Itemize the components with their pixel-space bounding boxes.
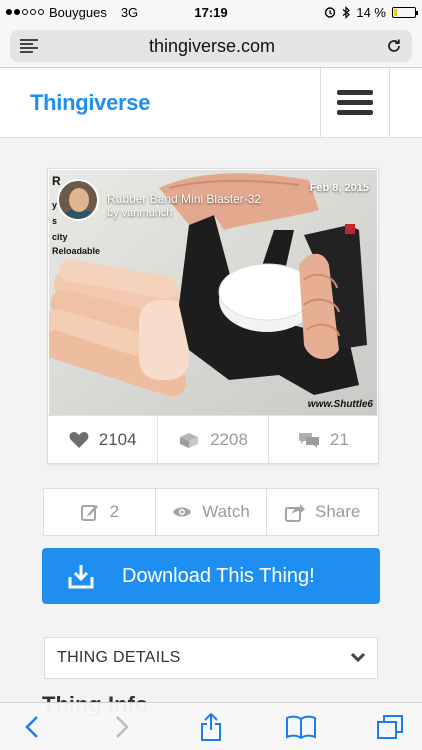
download-icon: [68, 565, 94, 589]
hamburger-icon: [337, 90, 373, 95]
author-avatar[interactable]: [57, 179, 99, 221]
download-label: Download This Thing!: [122, 564, 315, 587]
image-caption-4: city: [52, 232, 68, 242]
reload-icon[interactable]: [386, 38, 402, 54]
thing-author[interactable]: by vanmunch: [107, 207, 172, 219]
download-button[interactable]: Download This Thing!: [42, 548, 380, 604]
forward-button[interactable]: [102, 707, 142, 747]
edit-icon: [80, 505, 98, 521]
collection-box-icon: [180, 432, 199, 448]
forward-arrow-icon: [115, 715, 129, 738]
site-header: Thingiverse: [0, 68, 422, 138]
thing-date: Feb 8, 2015: [309, 182, 369, 194]
watch-button[interactable]: Watch: [154, 489, 267, 535]
comment-icon: [298, 432, 319, 448]
share-label: Share: [314, 502, 361, 521]
signal-strength-icon: [6, 9, 44, 15]
status-bar: Bouygues 3G 17:19 14 %: [0, 0, 422, 24]
thing-actions: 2 Watch Share: [43, 488, 379, 536]
thing-thumbnail[interactable]: Rubber Band Mini Blaster-32 by vanmunch …: [49, 170, 377, 416]
image-caption-5: Reloadable: [52, 246, 101, 256]
carrier-label: Bouygues: [49, 4, 107, 20]
thing-title[interactable]: Rubber Band Mini Blaster-32: [107, 192, 261, 206]
book-icon: [285, 715, 316, 739]
tabs-button[interactable]: [370, 707, 410, 747]
share-sheet-icon: [201, 712, 221, 741]
remix-count: 2: [109, 502, 120, 521]
thingiverse-logo[interactable]: Thingiverse: [30, 90, 150, 116]
image-caption-2: y: [52, 200, 58, 210]
reader-icon[interactable]: [20, 39, 38, 53]
remix-button[interactable]: 2: [44, 489, 155, 535]
share-sheet-button[interactable]: [191, 707, 231, 747]
url-text[interactable]: thingiverse.com: [38, 36, 386, 57]
like-stat[interactable]: 2104: [48, 416, 157, 463]
thing-details-toggle[interactable]: THING DETAILS: [44, 637, 378, 679]
watch-label: Watch: [202, 502, 250, 521]
heart-icon: [69, 431, 89, 448]
battery-icon: [392, 6, 418, 18]
chevron-down-icon: [351, 653, 365, 663]
comment-count: 21: [329, 429, 349, 449]
comment-stat[interactable]: 21: [267, 416, 378, 463]
tabs-icon: [377, 714, 403, 739]
image-caption-1: R: [52, 174, 61, 188]
image-caption-3: s: [52, 216, 58, 226]
browser-toolbar: [0, 702, 422, 750]
share-icon: [284, 504, 305, 522]
network-label: 3G: [120, 4, 139, 20]
hamburger-menu-button[interactable]: [320, 68, 390, 137]
thing-stats: 2104 2208 21: [48, 415, 378, 463]
thing-card: Rubber Band Mini Blaster-32 by vanmunch …: [47, 168, 379, 464]
bookmarks-button[interactable]: [281, 707, 321, 747]
collect-count: 2208: [210, 429, 248, 449]
like-count: 2104: [98, 429, 137, 449]
collect-stat[interactable]: 2208: [157, 416, 267, 463]
battery-percent: 14 %: [356, 4, 386, 20]
alarm-icon: [325, 7, 336, 18]
address-bar-area: thingiverse.com: [0, 24, 422, 68]
back-button[interactable]: [12, 707, 52, 747]
image-watermark: www.Shuttle6: [307, 399, 373, 410]
thing-details-label: THING DETAILS: [57, 649, 181, 666]
back-arrow-icon: [25, 715, 38, 738]
eye-icon: [173, 507, 192, 517]
bluetooth-icon: [342, 5, 351, 19]
share-button[interactable]: Share: [266, 489, 378, 535]
address-bar[interactable]: thingiverse.com: [10, 30, 412, 62]
